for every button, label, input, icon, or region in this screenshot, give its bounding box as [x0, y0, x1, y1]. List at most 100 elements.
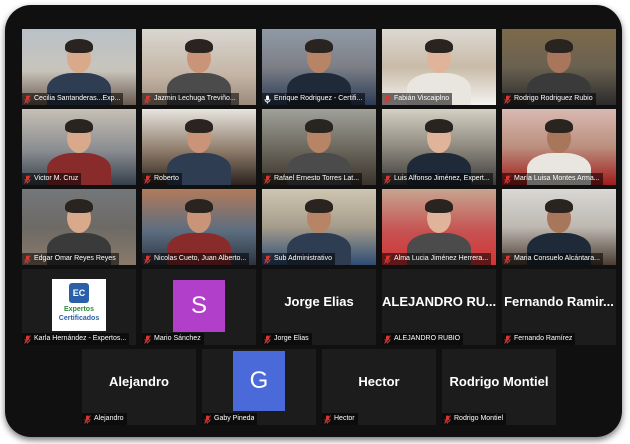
mic-icon: [264, 95, 271, 104]
participant-name-label: Jorge Elias: [262, 333, 312, 345]
participant-hair: [305, 199, 333, 213]
participant-tile[interactable]: Alejandro Alejandro: [82, 349, 196, 425]
participant-hair: [425, 39, 453, 53]
participant-hair: [305, 39, 333, 53]
participant-hair: [545, 119, 573, 133]
participant-name-label: Gaby Pineda: [202, 413, 258, 425]
participant-display-name: Alejandro: [109, 374, 169, 389]
participant-name-label: Maria Consuelo Alcántara...: [502, 253, 603, 265]
participant-name-label: Alma Lucia Jiménez Herrera...: [382, 253, 492, 265]
participant-tile[interactable]: Victor M. Cruz: [22, 109, 136, 185]
participant-tile[interactable]: Rafael Ernesto Torres Lat...: [262, 109, 376, 185]
participant-name: Mario Sánchez: [154, 335, 201, 342]
participant-name: Alma Lucia Jiménez Herrera...: [394, 255, 489, 262]
mic-muted-icon: [24, 94, 31, 104]
participant-name-label: Luis Alfonso Jiménez, Expert...: [382, 173, 493, 185]
participant-name: Alejandro: [94, 415, 124, 422]
participant-name-label: Hector: [322, 413, 358, 425]
mic-muted-icon: [384, 94, 391, 104]
participant-tile[interactable]: Luis Alfonso Jiménez, Expert...: [382, 109, 496, 185]
participant-name-label: Fernando Ramírez: [502, 333, 576, 345]
mic-muted-icon: [504, 94, 511, 104]
mic-muted-icon: [264, 334, 271, 344]
mic-muted-icon: [504, 334, 511, 344]
participant-name-label: Nicolas Cueto, Juan Alberto...: [142, 253, 250, 265]
participant-hair: [185, 39, 213, 53]
participant-name-label: Mario Sánchez: [142, 333, 204, 345]
participant-tile[interactable]: Roberto: [142, 109, 256, 185]
mic-muted-icon: [264, 174, 271, 184]
mic-muted-icon: [324, 414, 331, 424]
participant-hair: [185, 119, 213, 133]
participant-tile[interactable]: G Gaby Pineda: [202, 349, 316, 425]
mic-muted-icon: [24, 254, 31, 264]
participant-hair: [425, 199, 453, 213]
meeting-window: Cecilia Santanderas...Exp... Jazmin Lechu…: [5, 5, 622, 437]
participant-name: Karla Hernández - Expertos...: [34, 335, 127, 342]
participant-name-label: Sub Administrativo: [262, 253, 335, 265]
participant-name: Rodrigo Montiel: [454, 415, 504, 422]
participant-tile[interactable]: Maria Consuelo Alcántara...: [502, 189, 616, 265]
participant-display-name: ALEJANDRO RU...: [382, 294, 496, 309]
participant-tile[interactable]: EC Expertos Certificados Karla Hernández - …: [22, 269, 136, 345]
participant-name-label: Rafael Ernesto Torres Lat...: [262, 173, 363, 185]
participant-name-label: ALEJANDRO RUBIO: [382, 333, 464, 345]
participant-name: Fernando Ramírez: [514, 335, 573, 342]
participant-tile[interactable]: Rodrigo Rodriguez Rubio: [502, 29, 616, 105]
participant-display-name: Fernando Ramir...: [504, 294, 614, 309]
participant-tile[interactable]: S Mario Sánchez: [142, 269, 256, 345]
participant-hair: [545, 199, 573, 213]
participant-tile[interactable]: Nicolas Cueto, Juan Alberto...: [142, 189, 256, 265]
participant-name-label: Cecilia Santanderas...Exp...: [22, 93, 124, 105]
participant-tile[interactable]: Jazmin Lechuga Treviño...: [142, 29, 256, 105]
participant-name: Maria Consuelo Alcántara...: [514, 255, 600, 262]
participant-name-label: María Luisa Montes Arma...: [502, 173, 603, 185]
logo-text-line2: Certificados: [58, 315, 100, 322]
mic-muted-icon: [504, 174, 511, 184]
participant-tile[interactable]: Edgar Omar Reyes Reyes: [22, 189, 136, 265]
participant-name: Cecilia Santanderas...Exp...: [34, 95, 121, 102]
participant-name: Fabián Viscaiplno: [394, 95, 450, 102]
participant-name: Luis Alfonso Jiménez, Expert...: [394, 175, 490, 182]
mic-muted-icon: [144, 94, 151, 104]
participant-tile[interactable]: Jorge Elias Jorge Elias: [262, 269, 376, 345]
participant-hair: [545, 39, 573, 53]
participant-tile[interactable]: Fernando Ramir... Fernando Ramírez: [502, 269, 616, 345]
participant-tile[interactable]: Enrique Rodriguez - Certifi...: [262, 29, 376, 105]
participant-tile[interactable]: ALEJANDRO RU... ALEJANDRO RUBIO: [382, 269, 496, 345]
participant-name: Roberto: [154, 175, 179, 182]
participant-hair: [65, 119, 93, 133]
participant-tile[interactable]: Hector Hector: [322, 349, 436, 425]
participant-hair: [185, 199, 213, 213]
participant-display-name: Rodrigo Montiel: [449, 374, 549, 389]
participant-hair: [65, 199, 93, 213]
participant-name-label: Rodrigo Montiel: [442, 413, 507, 425]
mic-muted-icon: [144, 254, 151, 264]
participant-tile[interactable]: Rodrigo Montiel Rodrigo Montiel: [442, 349, 556, 425]
mic-muted-icon: [144, 174, 151, 184]
participant-name: ALEJANDRO RUBIO: [394, 335, 461, 342]
participant-avatar: S: [173, 280, 225, 332]
participant-name: Sub Administrativo: [274, 255, 332, 262]
participant-name: Edgar Omar Reyes Reyes: [34, 255, 116, 262]
participant-hair: [425, 119, 453, 133]
participant-tile[interactable]: Cecilia Santanderas...Exp...: [22, 29, 136, 105]
participant-tile[interactable]: Fabián Viscaiplno: [382, 29, 496, 105]
participant-name-label: Alejandro: [82, 413, 127, 425]
participant-name: Rodrigo Rodriguez Rubio: [514, 95, 593, 102]
participant-tile[interactable]: Sub Administrativo: [262, 189, 376, 265]
participant-name: María Luisa Montes Arma...: [514, 175, 600, 182]
mic-muted-icon: [204, 414, 211, 424]
mic-muted-icon: [144, 334, 151, 344]
logo-text-line1: Expertos: [64, 306, 94, 313]
participant-tile[interactable]: María Luisa Montes Arma...: [502, 109, 616, 185]
participant-tile[interactable]: Alma Lucia Jiménez Herrera...: [382, 189, 496, 265]
participant-name-label: Karla Hernández - Expertos...: [22, 333, 130, 345]
participant-name: Hector: [334, 415, 355, 422]
participant-name-label: Rodrigo Rodriguez Rubio: [502, 93, 596, 105]
mic-muted-icon: [384, 254, 391, 264]
mic-muted-icon: [24, 334, 31, 344]
participant-name: Nicolas Cueto, Juan Alberto...: [154, 255, 247, 262]
participant-avatar: G: [233, 351, 285, 411]
participant-name-label: Enrique Rodriguez - Certifi...: [262, 93, 366, 105]
